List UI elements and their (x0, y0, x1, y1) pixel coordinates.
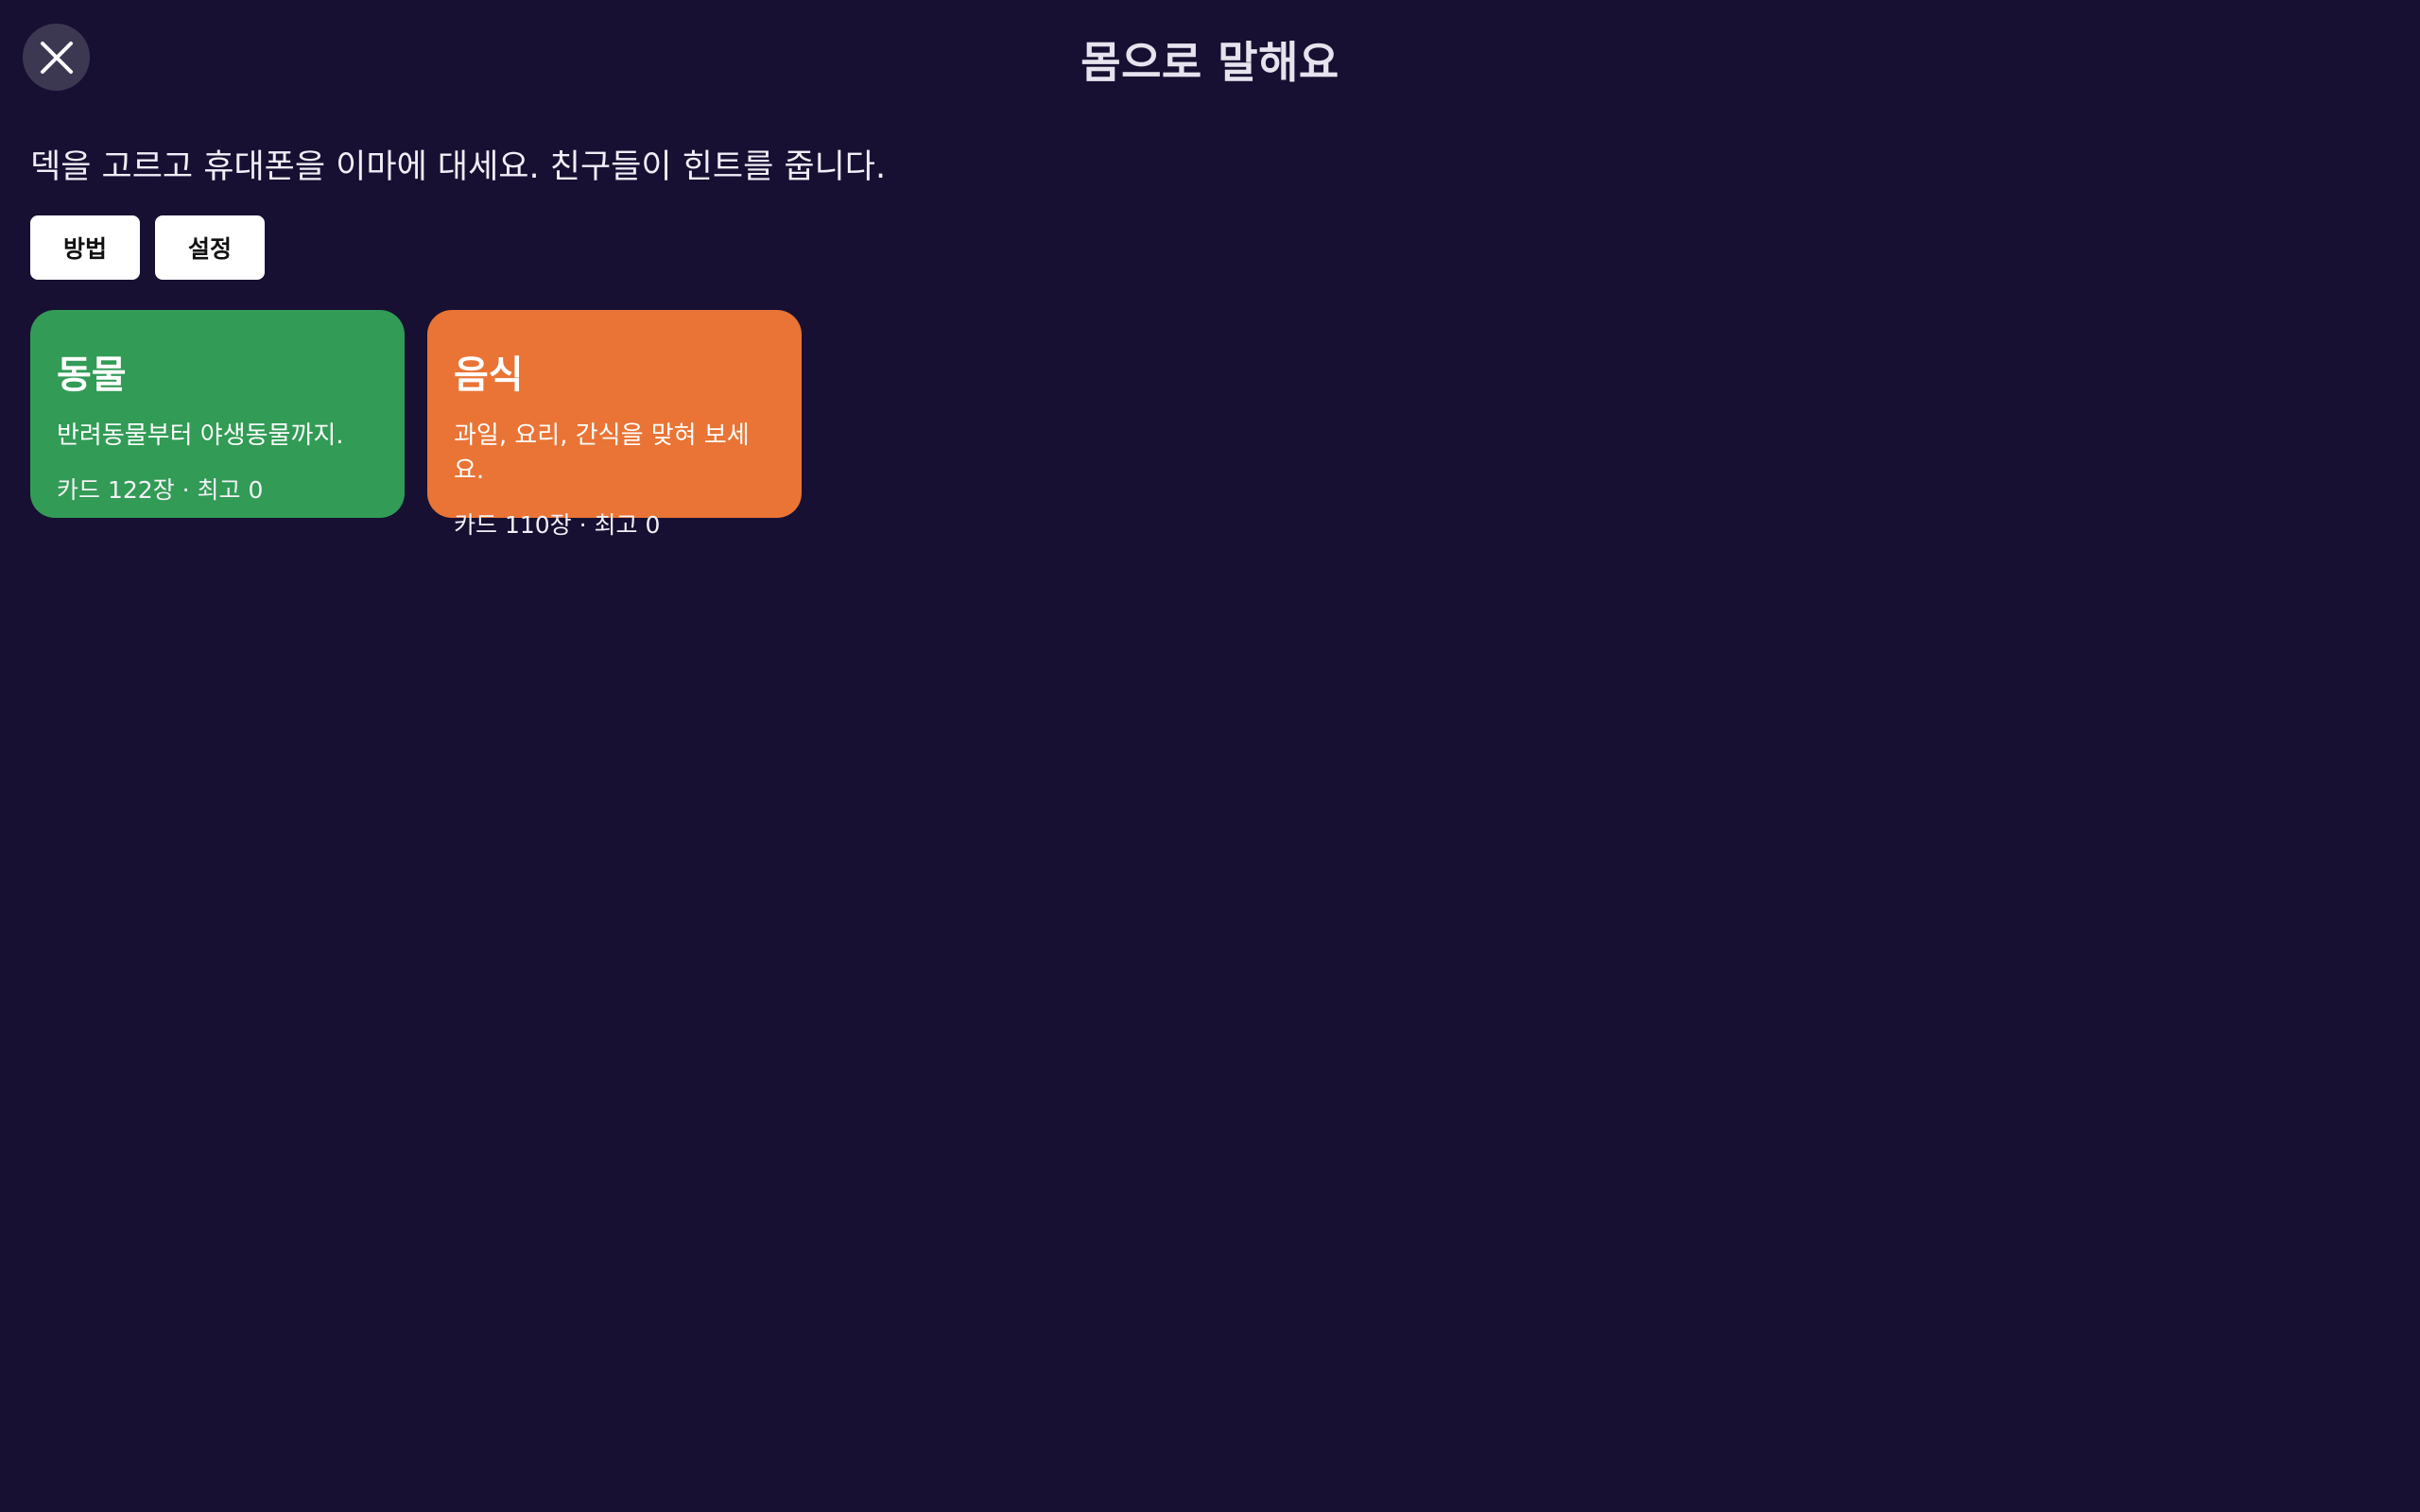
deck-card-food[interactable]: 음식 과일, 요리, 간식을 맞혀 보세요. 카드 110장 · 최고 0 (427, 310, 802, 539)
deck-meta: 카드 110장 · 최고 0 (454, 511, 661, 539)
deck-card-animals[interactable]: 동물 반려동물부터 야생동물까지. 카드 122장 · 최고 0 (30, 310, 405, 518)
settings-button[interactable]: 설정 (155, 215, 265, 280)
deck-name: 음식 (454, 353, 524, 397)
deck-description: 반려동물부터 야생동물까지. (57, 421, 344, 450)
intro-text: 덱을 고르고 휴대폰을 이마에 대세요. 친구들이 힌트를 줍니다. (30, 148, 887, 186)
app-screen: 몸으로 말해요 덱을 고르고 휴대폰을 이마에 대세요. 친구들이 힌트를 줍니… (0, 0, 2420, 1512)
deck-list: 동물 반려동물부터 야생동물까지. 카드 122장 · 최고 0 음식 과일, … (30, 310, 802, 539)
how-to-button[interactable]: 방법 (30, 215, 140, 280)
deck-name: 동물 (57, 353, 127, 397)
deck-meta: 카드 122장 · 최고 0 (57, 476, 264, 504)
deck-description: 과일, 요리, 간식을 맞혀 보세요. (454, 421, 750, 485)
toolbar: 방법 설정 (30, 215, 265, 280)
page-title: 몸으로 말해요 (1080, 37, 1340, 88)
